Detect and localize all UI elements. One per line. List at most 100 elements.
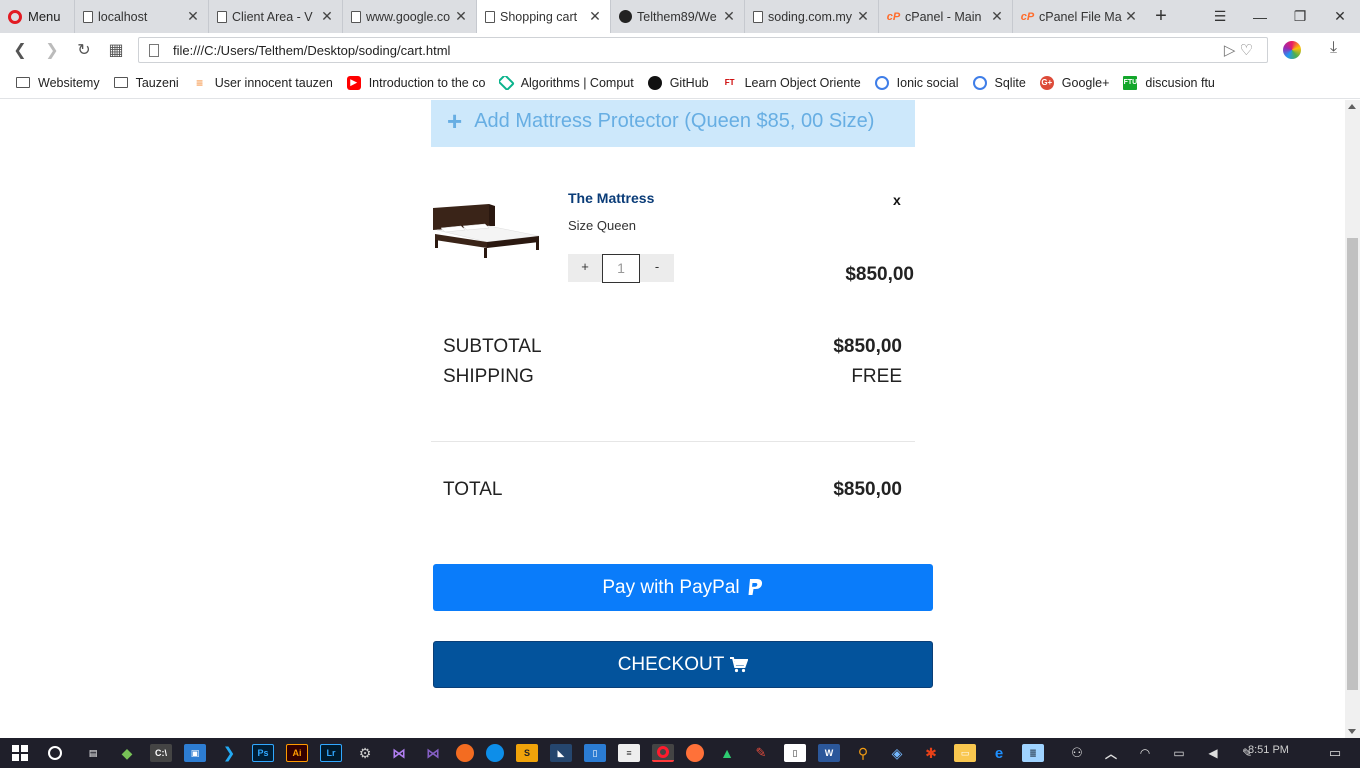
tab-grid-icon[interactable]: ▦ — [100, 40, 132, 60]
visual-studio-alt-icon[interactable]: ⋈ — [422, 744, 444, 762]
bookmark-sqlite[interactable]: Sqlite — [972, 75, 1026, 90]
tab-soding[interactable]: soding.com.my ✕ — [744, 0, 878, 33]
restore-icon[interactable]: ❐ — [1280, 0, 1320, 33]
tab-close-icon[interactable]: ✕ — [1124, 8, 1138, 25]
tab-client-area[interactable]: Client Area - V ✕ — [208, 0, 342, 33]
bookmark-websitemy[interactable]: Websitemy — [16, 76, 100, 90]
bluetooth-app-icon[interactable] — [486, 744, 504, 762]
notepad-icon[interactable]: ≡ — [618, 744, 640, 762]
xampp-icon[interactable] — [456, 744, 474, 762]
product-name[interactable]: The Mattress — [568, 190, 654, 206]
add-mattress-protector-button[interactable]: + Add Mattress Protector (Queen $85, 00 … — [431, 100, 915, 147]
android-icon[interactable]: ▲ — [716, 744, 738, 762]
visual-studio-icon[interactable]: ⋈ — [388, 744, 410, 762]
wifi-icon[interactable]: ◠ — [1134, 744, 1156, 762]
windows-start-button[interactable] — [0, 738, 40, 768]
forward-arrow-icon[interactable]: ❯ — [36, 40, 68, 60]
tab-close-icon[interactable]: ✕ — [588, 8, 602, 25]
tab-close-icon[interactable]: ✕ — [990, 8, 1004, 25]
new-tab-plus-icon[interactable]: + — [1146, 5, 1176, 28]
quantity-plus-button[interactable]: + — [568, 254, 602, 282]
illustrator-icon[interactable]: Ai — [286, 744, 308, 762]
notifications-icon[interactable]: ▭ — [1324, 744, 1346, 762]
photoshop-icon[interactable]: Ps — [252, 744, 274, 762]
windows-taskbar: ▤ ◆ C:\ ▣ ❯ Ps Ai Lr ⚙ ⋈ ⋈ S ◣ ▯ ≡ ▲ ✎ ▯… — [0, 738, 1360, 768]
scroll-up-icon[interactable] — [1348, 104, 1356, 109]
tab-close-icon[interactable]: ✕ — [186, 8, 200, 25]
tab-close-icon[interactable]: ✕ — [722, 8, 736, 25]
network-tool-icon[interactable]: ◣ — [550, 744, 572, 762]
virtualbox-icon[interactable]: ◈ — [886, 744, 908, 762]
bookmark-introduction[interactable]: ▶ Introduction to the co — [346, 75, 485, 90]
search-tool-icon[interactable]: ⚲ — [852, 744, 874, 762]
paint-icon[interactable]: ✎ — [750, 744, 772, 762]
tab-google[interactable]: www.google.co ✕ — [342, 0, 476, 33]
back-arrow-icon[interactable]: ❮ — [4, 40, 36, 60]
bookmark-ionic-social[interactable]: Ionic social — [874, 75, 959, 90]
page-info-icon — [149, 43, 159, 57]
bookmark-label: Websitemy — [38, 75, 100, 90]
bookmark-discusion-ftu[interactable]: FTU discusion ftu — [1123, 75, 1215, 90]
settings-gear-icon[interactable]: ⚙ — [354, 744, 376, 762]
bookmark-label: Introduction to the co — [368, 75, 485, 90]
bookmark-user-innocent[interactable]: ≡ User innocent tauzen — [192, 75, 333, 90]
minimize-icon[interactable]: — — [1240, 0, 1280, 33]
tab-title: localhost — [98, 9, 148, 24]
firefox-icon[interactable] — [686, 744, 704, 762]
lightroom-icon[interactable]: Lr — [320, 744, 342, 762]
bookmark-github[interactable]: GitHub — [647, 75, 709, 90]
cortana-icon[interactable] — [48, 746, 62, 760]
page-icon — [485, 10, 495, 23]
vscode-icon[interactable]: ❯ — [218, 744, 240, 762]
tab-cpanel-file-manager[interactable]: cP cPanel File Ma ✕ — [1012, 0, 1146, 33]
tab-close-icon[interactable]: ✕ — [320, 8, 334, 25]
checkout-button[interactable]: CHECKOUT — [433, 641, 933, 688]
tab-menu-icon[interactable]: ☰ — [1200, 0, 1240, 33]
clock[interactable]: 8:51 PM — [1248, 744, 1289, 756]
address-bar[interactable]: file:///C:/Users/Telthem/Desktop/soding/… — [138, 37, 1268, 63]
battery-icon[interactable]: ▭ — [1168, 744, 1190, 762]
ring-icon — [972, 75, 987, 90]
notes-icon[interactable]: ≣ — [1022, 744, 1044, 762]
easy-setup-icon[interactable] — [1283, 41, 1301, 59]
page-scrollbar[interactable] — [1345, 100, 1360, 738]
bookmark-algorithms[interactable]: Algorithms | Comput — [498, 75, 634, 90]
download-icon[interactable]: ⤓ — [1330, 39, 1337, 57]
outlook-icon[interactable]: ▯ — [584, 744, 606, 762]
tab-title: www.google.co — [366, 9, 451, 24]
line-item-price: $850,00 — [845, 264, 914, 285]
tab-close-icon[interactable]: ✕ — [856, 8, 870, 25]
file-explorer-icon[interactable]: ▭ — [954, 744, 976, 762]
tab-shopping-cart[interactable]: Shopping cart ✕ — [476, 0, 610, 33]
quantity-input[interactable] — [602, 253, 640, 283]
send-and-heart-icon[interactable]: ▷ ♡ — [1224, 41, 1253, 59]
scroll-thumb[interactable] — [1347, 238, 1358, 690]
remove-item-button[interactable]: x — [893, 192, 901, 208]
volume-icon[interactable]: ◀ — [1202, 744, 1224, 762]
edge-icon[interactable]: e — [988, 744, 1010, 762]
scroll-down-icon[interactable] — [1348, 729, 1356, 734]
opera-taskbar-icon[interactable] — [652, 744, 674, 762]
opera-menu-button[interactable]: Menu — [0, 0, 74, 33]
command-prompt-icon[interactable]: C:\ — [150, 744, 172, 762]
bookmark-learn-oop[interactable]: FT Learn Object Oriente — [722, 75, 861, 90]
close-window-icon[interactable]: ✕ — [1320, 0, 1360, 33]
file-icon[interactable]: ▯ — [784, 744, 806, 762]
tab-github[interactable]: Telthem89/We ✕ — [610, 0, 744, 33]
tab-close-icon[interactable]: ✕ — [454, 8, 468, 25]
tab-localhost[interactable]: localhost ✕ — [74, 0, 208, 33]
bookmark-google-plus[interactable]: G+ Google+ — [1039, 75, 1109, 90]
tray-chevron-up-icon[interactable]: ︿ — [1100, 744, 1122, 762]
bug-icon[interactable]: ✱ — [920, 744, 942, 762]
quantity-minus-button[interactable]: - — [640, 254, 674, 282]
android-studio-icon[interactable]: ◆ — [116, 744, 138, 762]
people-icon[interactable]: ⚇ — [1066, 744, 1088, 762]
remote-desktop-icon[interactable]: ▣ — [184, 744, 206, 762]
task-view-icon[interactable]: ▤ — [82, 744, 104, 762]
tab-cpanel-main[interactable]: cP cPanel - Main ✕ — [878, 0, 1012, 33]
word-icon[interactable]: W — [818, 744, 840, 762]
sublime-text-icon[interactable]: S — [516, 744, 538, 762]
pay-with-paypal-button[interactable]: Pay with PayPal — [433, 564, 933, 611]
bookmark-tauzeni[interactable]: Tauzeni — [113, 76, 179, 90]
reload-icon[interactable]: ↻ — [68, 40, 100, 60]
